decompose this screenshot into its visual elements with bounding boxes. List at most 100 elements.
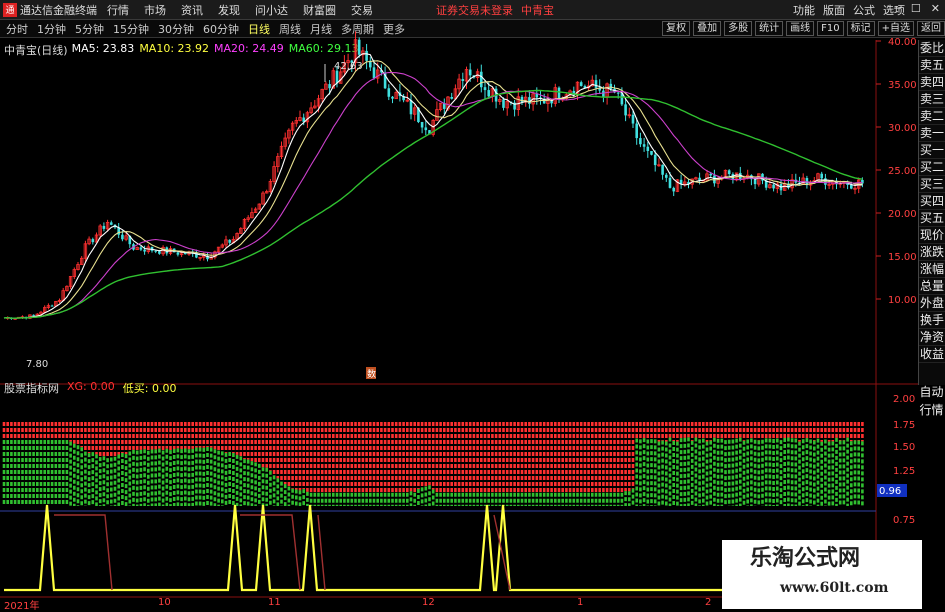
ma-line-10 <box>3 60 863 319</box>
quote-panel-item[interactable]: 现价 <box>919 227 945 244</box>
quote-panel-item[interactable]: 收益 <box>919 346 945 363</box>
date-label: 1 <box>577 597 584 608</box>
quote-panel-item[interactable]: 卖四 <box>919 74 945 91</box>
kline-chart[interactable]: 42.63 7.80 数 40.00 35.00 30.00 25.00 20.00 15.0… <box>0 0 918 600</box>
auto-quote-item[interactable]: 自动 <box>918 383 945 401</box>
candle-body <box>624 104 627 116</box>
quote-panel-item[interactable]: 卖一 <box>919 125 945 142</box>
candle-body <box>420 122 424 128</box>
candle-body <box>650 150 653 155</box>
candle-body <box>424 127 428 131</box>
candle-body <box>121 234 124 240</box>
candle-body <box>753 179 757 185</box>
candle-body <box>143 249 146 252</box>
price-tick-label: 25.00 <box>888 166 917 177</box>
candle-body <box>139 247 143 250</box>
candle-body <box>391 96 394 99</box>
candle-body <box>616 92 620 94</box>
candle-body <box>110 222 113 225</box>
candle-body <box>661 164 664 175</box>
quote-panel-item[interactable]: 卖二 <box>919 108 945 125</box>
xg-signal-line <box>54 514 511 591</box>
date-label: 2 <box>705 597 712 608</box>
indicator-tick-label: 2.00 <box>893 394 915 405</box>
high-label: 42.63 <box>334 61 363 72</box>
quote-panel-item[interactable]: 买二 <box>919 159 945 176</box>
candle-body <box>820 173 823 179</box>
candle-body <box>50 305 54 307</box>
close-icon[interactable]: ✕ <box>931 2 940 15</box>
indicator-tick-label: 0.96 <box>879 486 901 497</box>
quote-panel-item[interactable]: 卖五 <box>919 57 945 74</box>
candle-body <box>665 174 668 178</box>
candle-body <box>91 239 95 243</box>
candle-body <box>480 71 483 88</box>
indicator-tick-label: 1.50 <box>893 442 915 453</box>
marker-text: 数 <box>367 368 376 380</box>
quote-panel-item[interactable]: 买三 <box>919 176 945 193</box>
candle-body <box>102 225 106 229</box>
price-tick-label: 20.00 <box>888 209 917 220</box>
candle-body <box>646 146 650 151</box>
indicator-legend: 股票指标网 XG: 0.00 低买: 0.00 <box>4 380 176 396</box>
candle-body <box>772 184 775 189</box>
indicator-tick-label: 0.75 <box>893 515 915 526</box>
quote-panel-item[interactable]: 外盘 <box>919 295 945 312</box>
date-label: 11 <box>268 597 281 608</box>
quote-panel-item[interactable]: 涨跌 <box>919 244 945 261</box>
candle-body <box>158 251 161 254</box>
quote-panel: 委比 卖五 卖四 卖三 卖二 卖一 买一 买二 买三 买四 买五 现价 涨跌 涨幅 总量 外盘 换手 净资 收益 <box>918 40 945 385</box>
date-label: 2021年 <box>4 601 40 612</box>
price-tick-label: 15.00 <box>888 252 917 263</box>
date-label: 10 <box>158 597 171 608</box>
candle-body <box>409 100 413 115</box>
candle-body <box>709 173 712 176</box>
indicator-tick-label: 1.25 <box>893 466 915 477</box>
candle-body <box>357 39 361 55</box>
candle-body <box>639 138 642 145</box>
quote-panel-item[interactable]: 净资 <box>919 329 945 346</box>
candle-body <box>32 314 35 316</box>
quote-panel-item[interactable]: 卖三 <box>919 91 945 108</box>
candle-body <box>668 177 672 188</box>
quote-panel-item[interactable]: 买四 <box>919 193 945 210</box>
indicator-name: 股票指标网 <box>4 382 59 395</box>
quote-panel-item[interactable]: 委比 <box>919 40 945 57</box>
quote-panel-item[interactable]: 换手 <box>919 312 945 329</box>
watermark-url: www.60lt.com <box>780 580 889 596</box>
candle-body <box>642 144 646 147</box>
candle-body <box>653 154 657 166</box>
candle-body <box>228 239 231 243</box>
candle-body <box>450 97 453 99</box>
quote-panel-item[interactable]: 买五 <box>919 210 945 227</box>
candle-body <box>672 187 675 192</box>
indicator-legend-item: 低买: 0.00 <box>122 382 177 395</box>
price-tick-label: 10.00 <box>888 295 917 306</box>
candle-body <box>461 79 465 81</box>
candle-body <box>727 170 731 175</box>
candle-body <box>365 50 368 61</box>
candle-body <box>579 82 583 86</box>
candle-body <box>328 84 331 89</box>
candle-body <box>698 177 701 181</box>
candle-body <box>594 80 598 88</box>
candle-body <box>176 252 180 255</box>
candle-body <box>335 70 339 84</box>
auto-quote-item[interactable]: 行情 <box>918 401 945 419</box>
auto-quote-panel[interactable]: 自动 行情 <box>918 383 945 423</box>
quote-panel-item[interactable]: 总量 <box>919 278 945 295</box>
watermark-title: 乐淘公式网 <box>750 545 861 571</box>
tool-button[interactable]: 返回 <box>917 21 945 36</box>
ma-line-5 <box>3 53 863 319</box>
candle-body <box>502 99 505 108</box>
date-label: 12 <box>422 597 435 608</box>
quote-panel-item[interactable]: 涨幅 <box>919 261 945 278</box>
candle-body <box>483 87 487 91</box>
low-label: 7.80 <box>26 359 48 370</box>
candle-body <box>468 69 472 76</box>
price-tick-label: 40.00 <box>888 37 917 48</box>
price-tick-label: 35.00 <box>888 80 917 91</box>
quote-panel-item[interactable]: 买一 <box>919 142 945 159</box>
candle-body <box>387 88 391 97</box>
ma-line-20 <box>3 72 863 319</box>
